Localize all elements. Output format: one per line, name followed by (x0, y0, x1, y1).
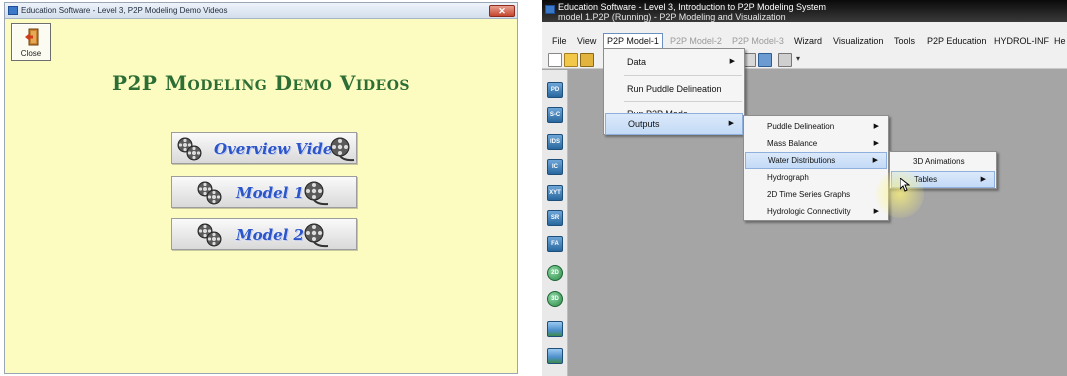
app-icon (8, 6, 18, 15)
menu-item-label: Puddle Delineation (767, 122, 835, 131)
menu-tools[interactable]: Tools (894, 36, 915, 46)
window-title: Education Software - Level 3, P2P Modeli… (21, 6, 228, 15)
sr-tool-icon[interactable]: SR (547, 210, 563, 226)
menu-wizard[interactable]: Wizard (794, 36, 822, 46)
menu-item-hydrologic-connectivity[interactable]: Hydrologic Connectivity ▶ (745, 203, 887, 220)
2d-view-icon[interactable]: 2D (547, 265, 563, 281)
close-button[interactable]: Close (11, 23, 51, 61)
overview-video-button[interactable]: Overview Video (171, 132, 357, 164)
demo-videos-titlebar: Education Software - Level 3, P2P Modeli… (5, 3, 517, 19)
film-reel-icon (304, 181, 329, 206)
menu-item-label: Data (627, 57, 647, 67)
menu-item-3d-animations[interactable]: 3D Animations (891, 153, 995, 170)
menu-item-label: Water Distributions (768, 156, 836, 165)
model-1-button[interactable]: Model 1 (171, 176, 357, 208)
film-reel-icon (304, 223, 329, 248)
exit-door-icon (25, 28, 39, 46)
mouse-pointer-icon (900, 178, 910, 192)
puddle-delineation-tool-icon[interactable]: PD (547, 82, 563, 98)
model-1-label: Model 1 (236, 184, 304, 202)
model-2-label: Model 2 (236, 226, 304, 244)
menu-separator (624, 101, 742, 102)
film-reel-icon (197, 223, 222, 247)
menu-item-hydrograph[interactable]: Hydrograph (745, 169, 887, 186)
menu-item-outputs[interactable]: Outputs ▶ (605, 113, 743, 135)
new-file-icon[interactable] (548, 53, 562, 67)
menu-view[interactable]: View (577, 36, 596, 46)
sc-tool-icon[interactable]: S-C (547, 107, 563, 123)
overview-video-label: Overview Video (214, 140, 343, 158)
menu-item-label: 3D Animations (913, 157, 965, 166)
film-reel-icon (330, 137, 355, 162)
fa-tool-icon[interactable]: FA (547, 236, 563, 252)
submenu-arrow-icon: ▶ (872, 157, 878, 164)
app-icon (545, 5, 555, 14)
xyt-tool-icon[interactable]: XYT (547, 185, 563, 201)
menu-item-label: Run Puddle Delineation (627, 84, 722, 94)
map-image-icon[interactable] (547, 348, 563, 364)
menu-item-2d-time-series-graphs[interactable]: 2D Time Series Graphs (745, 186, 887, 203)
menu-item-label: Mass Balance (767, 139, 818, 148)
toolbar-dropdown-icon[interactable]: ▾ (796, 54, 800, 63)
network-icon[interactable] (778, 53, 792, 67)
submenu-arrow-icon: ▶ (728, 120, 734, 127)
titlebar-gap (542, 22, 1067, 33)
menubar: File View P2P Model-1 P2P Model-2 P2P Mo… (542, 33, 1067, 49)
submenu-arrow-icon: ▶ (980, 176, 986, 183)
outputs-submenu: Puddle Delineation ▶ Mass Balance ▶ Water … (743, 115, 889, 221)
p2p-titlebar: Education Software - Level 3, Introducti… (542, 0, 1067, 22)
3d-view-icon[interactable]: 3D (547, 291, 563, 307)
menu-p2p-model-3[interactable]: P2P Model-3 (732, 36, 784, 46)
p2p-model-1-menu: Data▶ Run Puddle Delineation Run P2P Mod… (603, 48, 745, 135)
landscape-image-icon[interactable] (547, 321, 563, 337)
menu-item-run-puddle-delineation[interactable]: Run Puddle Delineation (605, 78, 743, 100)
menu-item-puddle-delineation[interactable]: Puddle Delineation ▶ (745, 118, 887, 135)
model-2-button[interactable]: Model 2 (171, 218, 357, 250)
submenu-arrow-icon: ▶ (729, 58, 735, 65)
menu-p2p-model-1[interactable]: P2P Model-1 (603, 33, 663, 49)
open-folder-icon[interactable] (564, 53, 578, 67)
menu-item-mass-balance[interactable]: Mass Balance ▶ (745, 135, 887, 152)
menu-p2p-model-2[interactable]: P2P Model-2 (670, 36, 722, 46)
submenu-arrow-icon: ▶ (873, 140, 879, 147)
demo-videos-window: Education Software - Level 3, P2P Modeli… (4, 2, 518, 374)
menu-item-label: Outputs (628, 119, 660, 129)
table-icon[interactable] (758, 53, 772, 67)
menu-file[interactable]: File (552, 36, 567, 46)
menu-visualization[interactable]: Visualization (833, 36, 883, 46)
menu-item-data[interactable]: Data ▶ (605, 51, 743, 73)
tool-sidebar: PD S-C IDS IC XYT SR FA 2D 3D (542, 70, 568, 376)
menu-item-label: 2D Time Series Graphs (767, 190, 851, 199)
ids-tool-icon[interactable]: IDS (547, 134, 563, 150)
menu-item-label: Hydrologic Connectivity (767, 207, 851, 216)
menu-separator (624, 75, 742, 76)
menu-hydrol-inf[interactable]: HYDROL-INF (994, 36, 1049, 46)
menu-p2p-education[interactable]: P2P Education (927, 36, 986, 46)
menu-help[interactable]: He (1054, 36, 1066, 46)
close-button-label: Close (20, 49, 42, 58)
ic-tool-icon[interactable]: IC (547, 159, 563, 175)
window-subtitle: model 1.P2P (Running) - P2P Modeling and… (558, 12, 786, 22)
window-title: Education Software - Level 3, Introducti… (558, 2, 826, 12)
menu-item-water-distributions[interactable]: Water Distributions ▶ (745, 152, 887, 169)
submenu-arrow-icon: ▶ (873, 123, 879, 130)
film-reel-icon (197, 181, 222, 205)
film-reel-icon (177, 137, 202, 161)
menu-item-label: Hydrograph (767, 173, 809, 182)
save-icon[interactable] (580, 53, 594, 67)
page-heading: P2P Modeling Demo Videos (111, 71, 411, 95)
window-close-button[interactable]: ✕ (489, 5, 515, 17)
